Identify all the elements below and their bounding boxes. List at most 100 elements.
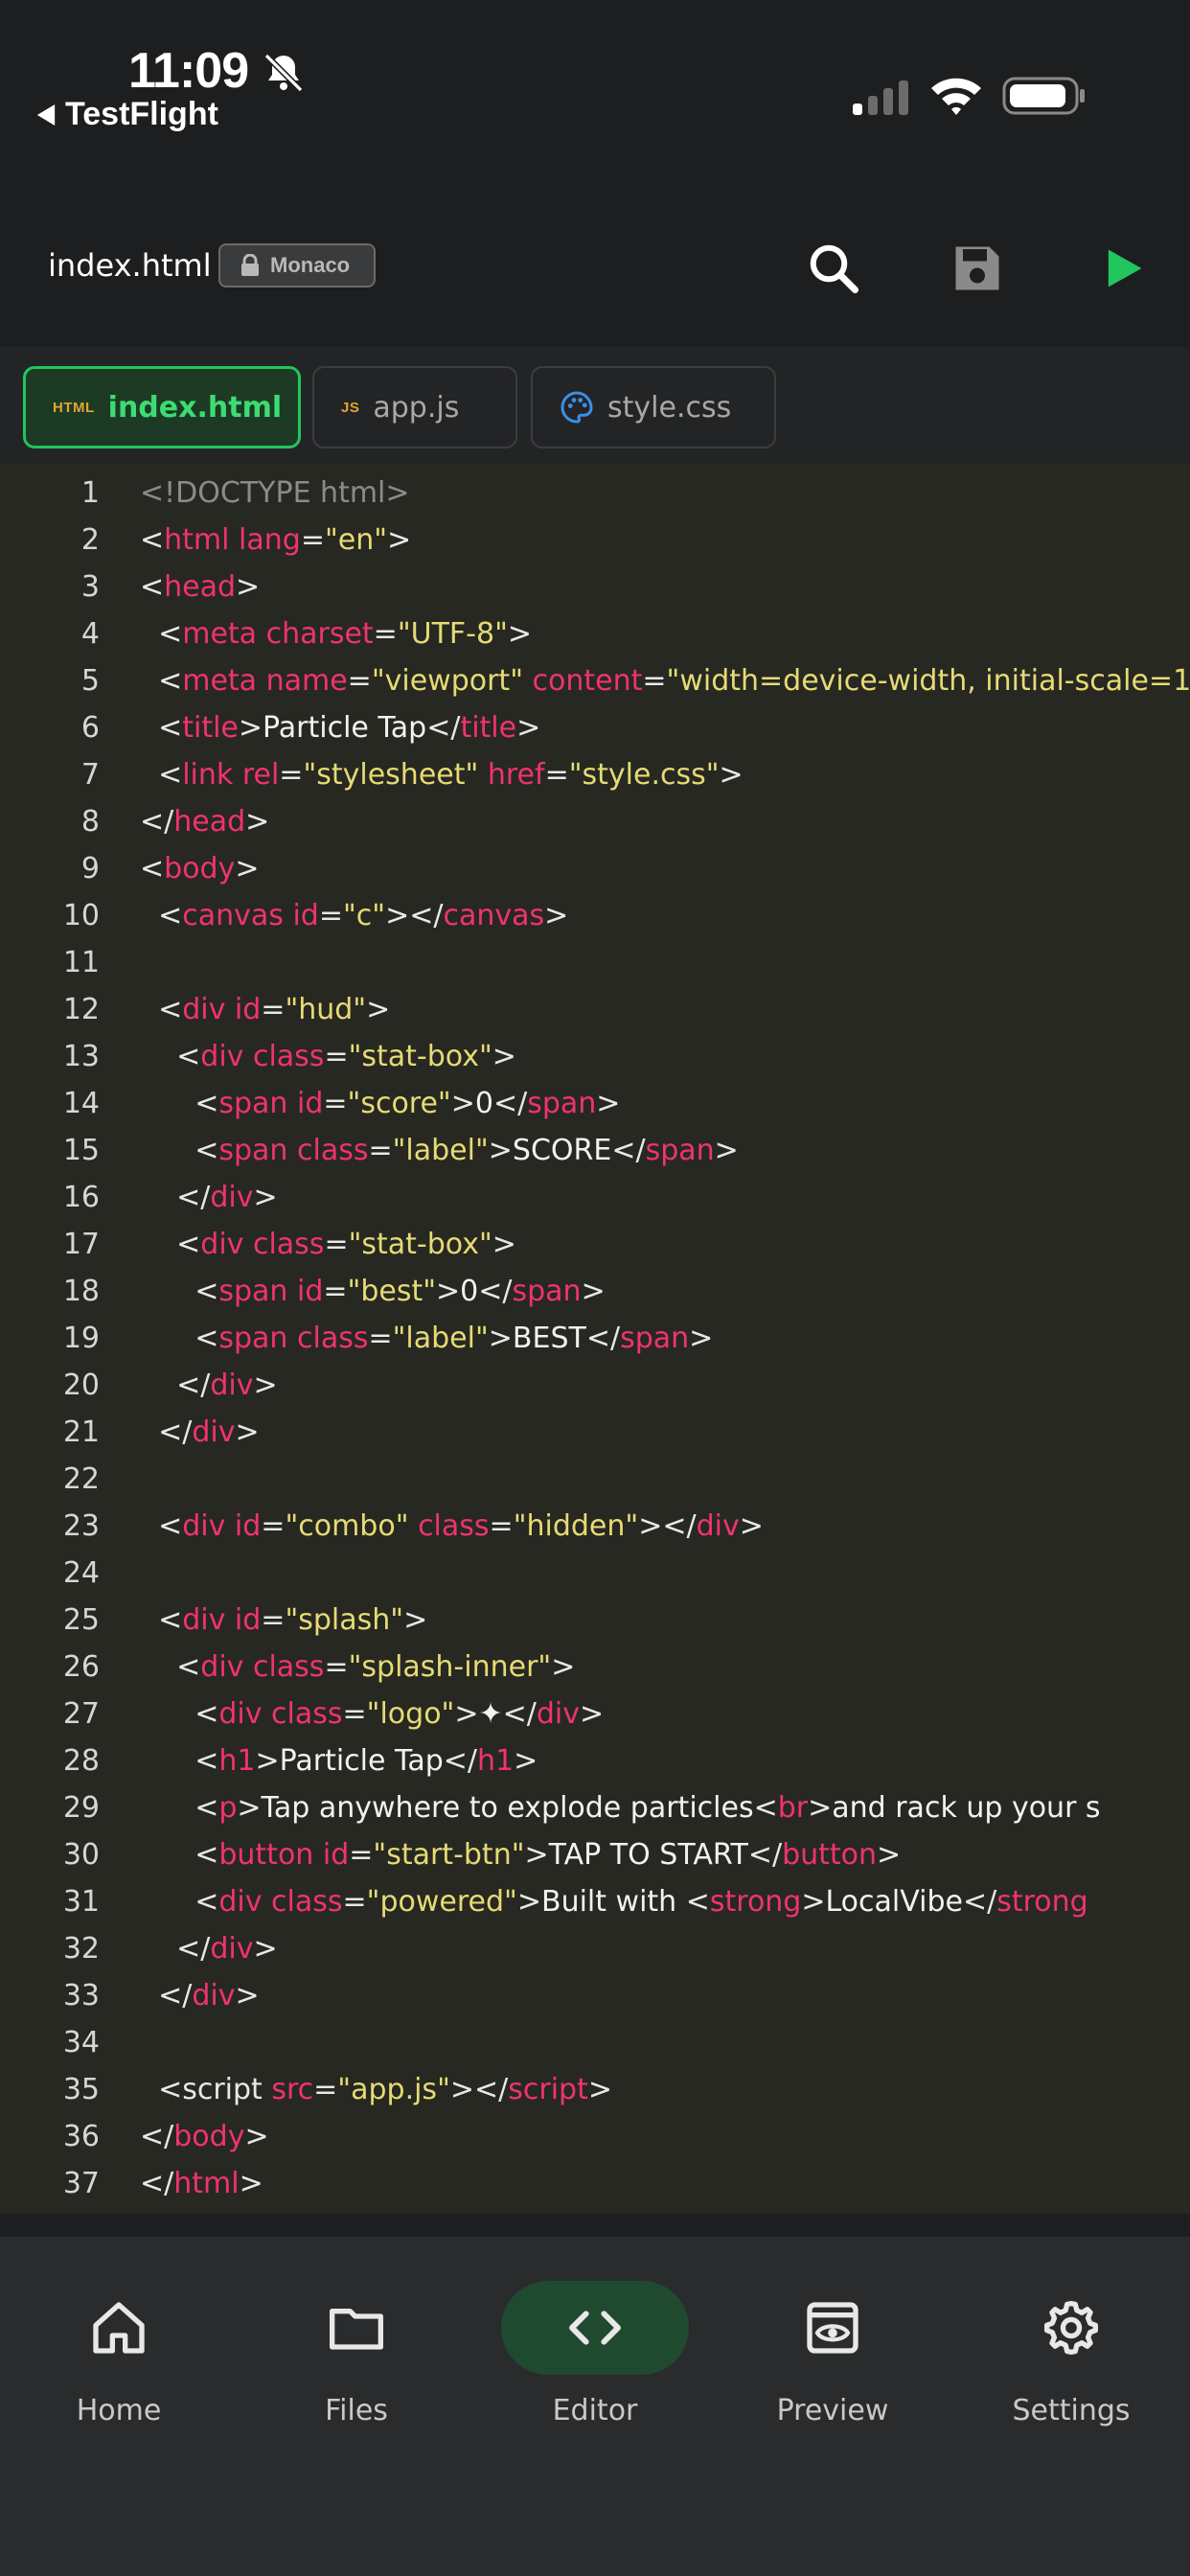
nav-settings[interactable]: Settings — [966, 2281, 1177, 2472]
nav-editor[interactable]: Editor — [490, 2281, 700, 2472]
code-token: "label" — [392, 1322, 489, 1355]
code-line[interactable]: 26 <div class="splash-inner"> — [0, 1644, 1190, 1690]
code-line[interactable]: 9 <body> — [0, 845, 1190, 892]
code-token: > — [689, 1322, 714, 1355]
code-token: = — [323, 1275, 348, 1308]
code-line[interactable]: 33 </div> — [0, 1972, 1190, 2019]
code-token: body — [173, 2120, 245, 2153]
line-number: 27 — [62, 1697, 100, 1731]
code-line[interactable]: 37 </html> — [0, 2160, 1190, 2207]
code-line[interactable]: 36 </body> — [0, 2113, 1190, 2160]
code-token: < — [140, 758, 183, 792]
code-editor[interactable]: 1 <!DOCTYPE html> 2 <html lang="en"> 3 <head>… — [0, 464, 1190, 2214]
code-line[interactable]: 27 <div class="logo">✦</div> — [0, 1690, 1190, 1737]
code-line[interactable]: 8 </head> — [0, 798, 1190, 845]
code-line[interactable]: 12 <div id="hud"> — [0, 986, 1190, 1033]
nav-home[interactable]: Home — [13, 2281, 224, 2472]
code-line[interactable]: 16 </div> — [0, 1174, 1190, 1221]
code-line[interactable]: 23 <div id="combo" class="hidden"></div> — [0, 1503, 1190, 1550]
code-line[interactable]: 29 <p>Tap anywhere to explode particles<… — [0, 1784, 1190, 1831]
nav-label: Preview — [776, 2394, 889, 2427]
code-line[interactable]: 22 — [0, 1456, 1190, 1503]
code-line[interactable]: 4 <meta charset="UTF-8"> — [0, 610, 1190, 657]
code-token: </ — [502, 1697, 537, 1731]
code-line[interactable]: 13 <div class="stat-box"> — [0, 1033, 1190, 1080]
code-token: ✦ — [478, 1697, 503, 1731]
code-line[interactable]: 5 <meta name="viewport" content="width=d… — [0, 657, 1190, 704]
font-badge[interactable]: Monaco — [218, 243, 376, 288]
code-token: < — [140, 852, 165, 886]
code-line[interactable]: 21 </div> — [0, 1409, 1190, 1456]
line-number: 25 — [62, 1603, 100, 1637]
code-line[interactable]: 18 <span id="best">0</span> — [0, 1268, 1190, 1315]
code-line[interactable]: 25 <div id="splash"> — [0, 1597, 1190, 1644]
nav-preview[interactable]: Preview — [727, 2281, 938, 2472]
search-button[interactable] — [799, 234, 868, 303]
code-token: body — [164, 852, 236, 886]
code-token: span — [218, 1134, 288, 1167]
tab-index-html[interactable]: HTML index.html — [23, 366, 301, 448]
code-line[interactable]: 34 — [0, 2019, 1190, 2066]
code-token: < — [140, 1322, 219, 1355]
code-token: 0 — [474, 1087, 493, 1120]
save-button[interactable] — [943, 234, 1012, 303]
code-line[interactable]: 15 <span class="label">SCORE</span> — [0, 1127, 1190, 1174]
line-number: 22 — [62, 1462, 100, 1496]
code-line[interactable]: 6 <title>Particle Tap</title> — [0, 704, 1190, 751]
code-line[interactable]: 30 <button id="start-btn">TAP TO START</… — [0, 1831, 1190, 1878]
line-number: 20 — [62, 1368, 100, 1402]
code-line[interactable]: 31 <div class="powered">Built with <stro… — [0, 1878, 1190, 1925]
line-number: 19 — [62, 1322, 100, 1355]
code-line[interactable]: 7 <link rel="stylesheet" href="style.css… — [0, 751, 1190, 798]
tab-app-js[interactable]: JS app.js — [312, 366, 517, 448]
code-token: "combo" — [285, 1509, 409, 1543]
code-content: <div id="hud"> — [140, 986, 390, 1033]
code-token: LocalVibe — [825, 1885, 963, 1919]
code-token: > — [488, 1134, 513, 1167]
line-number: 1 — [80, 476, 100, 510]
gear-icon — [1044, 2301, 1098, 2355]
code-line[interactable]: 24 — [0, 1550, 1190, 1597]
code-token: "UTF-8" — [397, 617, 508, 651]
code-line[interactable]: 17 <div class="stat-box"> — [0, 1221, 1190, 1268]
code-content: <title>Particle Tap</title> — [140, 704, 540, 751]
code-line[interactable]: 1 <!DOCTYPE html> — [0, 470, 1190, 517]
back-to-app-button[interactable]: TestFlight — [36, 96, 218, 133]
code-content: <div class="powered">Built with <strong>… — [140, 1878, 1087, 1925]
code-line[interactable]: 20 </div> — [0, 1362, 1190, 1409]
line-number: 21 — [62, 1415, 100, 1449]
run-button[interactable] — [1088, 234, 1157, 303]
code-line[interactable]: 28 <h1>Particle Tap</h1> — [0, 1737, 1190, 1784]
preview-icon — [807, 2302, 858, 2354]
code-line[interactable]: 2 <html lang="en"> — [0, 517, 1190, 564]
code-line[interactable]: 3 <head> — [0, 564, 1190, 610]
code-line[interactable]: 19 <span class="label">BEST</span> — [0, 1315, 1190, 1362]
code-token: > — [235, 852, 260, 886]
code-line[interactable]: 11 — [0, 939, 1190, 986]
code-token: > — [245, 805, 270, 839]
tab-style-css[interactable]: style.css — [531, 366, 776, 448]
code-line[interactable]: 32 </div> — [0, 1925, 1190, 1972]
code-token: "powered" — [366, 1885, 517, 1919]
code-token: > — [239, 2167, 263, 2200]
code-token: ></ — [449, 2073, 509, 2106]
code-token: div — [218, 1885, 263, 1919]
code-token: < — [140, 1650, 201, 1684]
code-line[interactable]: 10 <canvas id="c"></canvas> — [0, 892, 1190, 939]
code-token: > — [544, 899, 569, 932]
nav-files[interactable]: Files — [251, 2281, 462, 2472]
code-token: < — [140, 1885, 219, 1919]
code-token: > — [387, 523, 412, 557]
line-number: 15 — [62, 1134, 100, 1167]
file-tabs: HTML index.html JS app.js style.css — [0, 347, 1190, 464]
code-token: > — [551, 1650, 576, 1684]
code-line[interactable]: 14 <span id="score">0</span> — [0, 1080, 1190, 1127]
code-token: span — [527, 1087, 597, 1120]
code-line[interactable]: 35 <script src="app.js"></script> — [0, 2066, 1190, 2113]
code-token: TAP TO START — [548, 1838, 748, 1872]
